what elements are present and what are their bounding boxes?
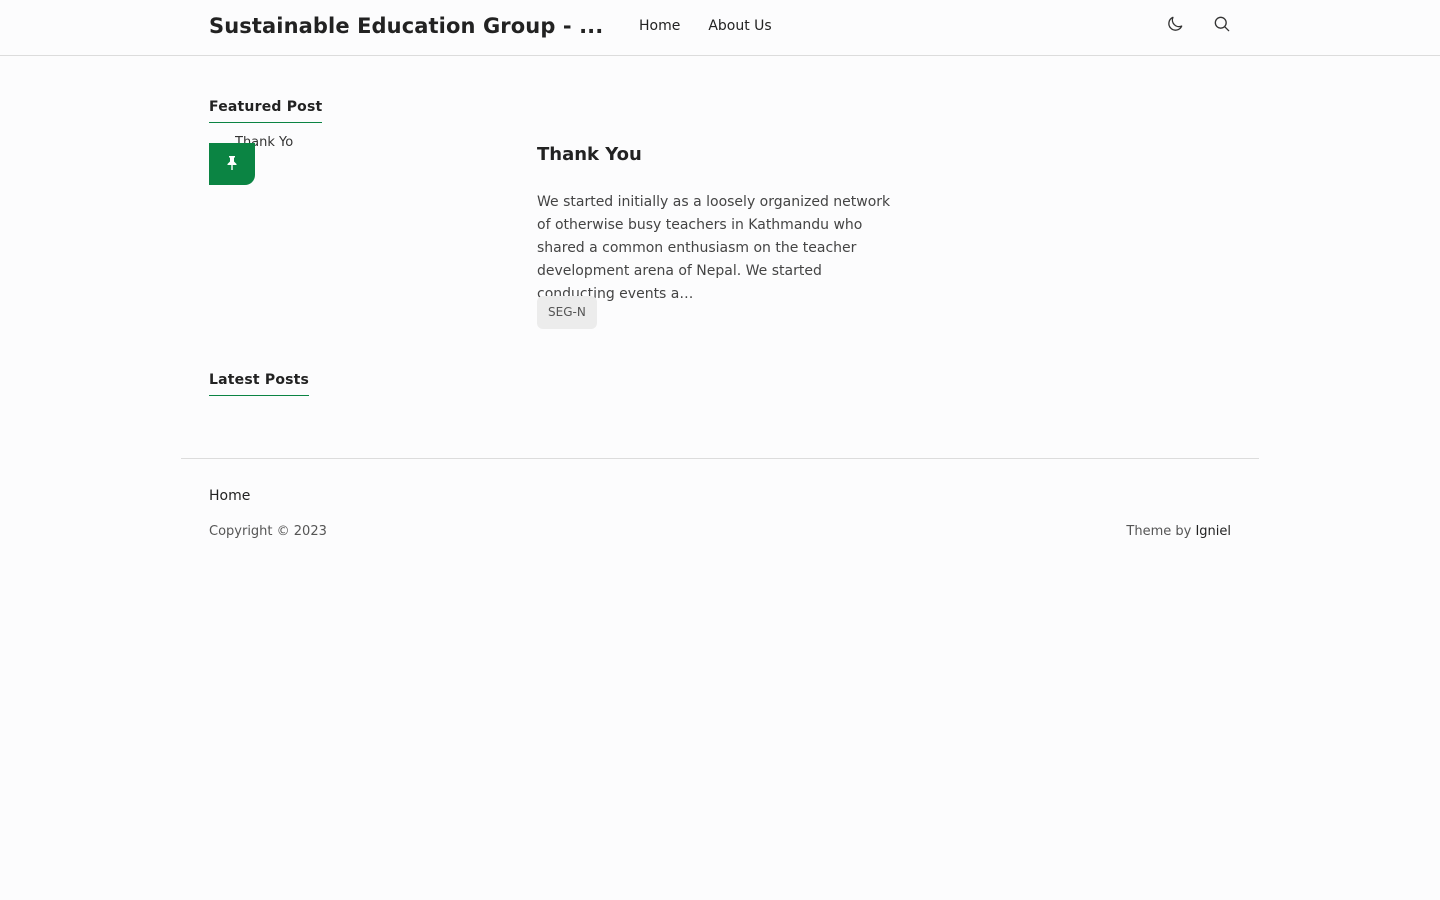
main-nav: Home About Us (639, 18, 772, 34)
theme-author-link[interactable]: Igniel (1195, 524, 1231, 539)
search-button[interactable] (1210, 14, 1234, 38)
nav-item-about-us[interactable]: About Us (708, 18, 771, 34)
featured-post-heading: Featured Post (209, 99, 323, 123)
post-tag[interactable]: SEG-N (537, 296, 597, 329)
site-title[interactable]: Sustainable Education Group - ... (209, 14, 603, 38)
theme-toggle-button[interactable] (1163, 14, 1187, 38)
pin-icon (226, 155, 238, 174)
moon-icon (1165, 14, 1185, 38)
search-icon (1212, 14, 1232, 38)
nav-item-home[interactable]: Home (639, 18, 680, 34)
footer-divider (181, 458, 1259, 459)
site-header: Sustainable Education Group - ... Home A… (0, 0, 1440, 56)
theme-credit-prefix: Theme by (1126, 524, 1196, 539)
latest-posts-heading: Latest Posts (209, 372, 310, 396)
copyright-text: Copyright © 2023 (209, 524, 327, 539)
featured-post-title[interactable]: Thank You (537, 144, 642, 165)
featured-post-excerpt: We started initially as a loosely organi… (537, 194, 891, 302)
footer-home-link[interactable]: Home (209, 488, 250, 504)
pinned-badge (209, 143, 255, 185)
theme-credit: Theme by Igniel (1126, 524, 1231, 539)
